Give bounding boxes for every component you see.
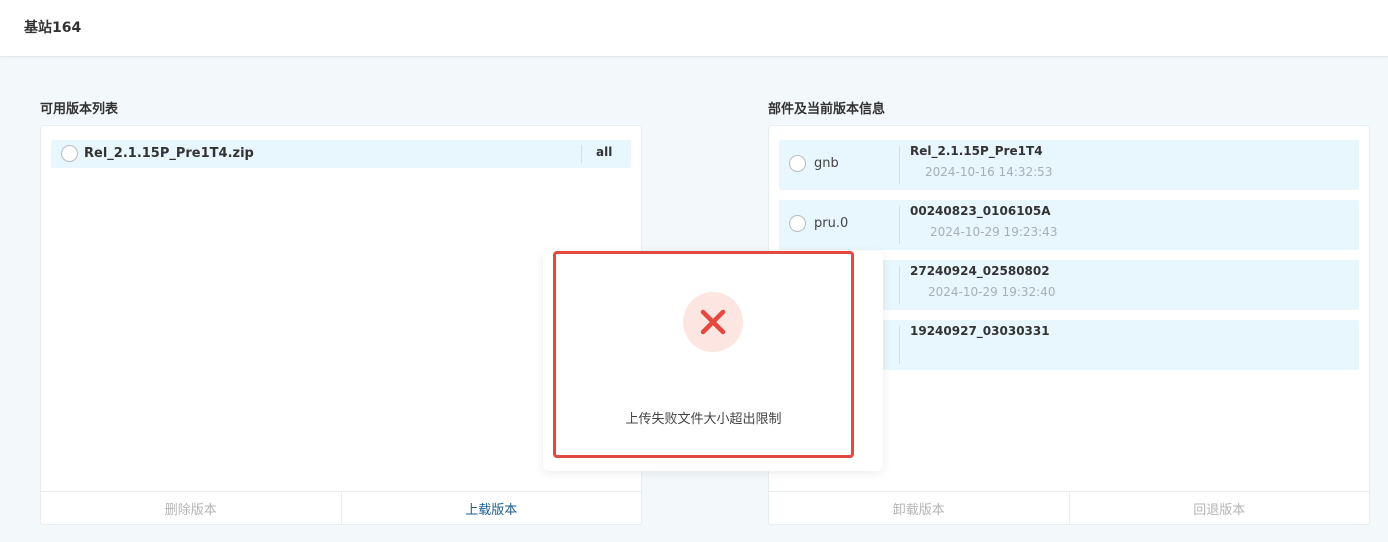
error-message: 上传失败文件大小超出限制 — [625, 412, 782, 427]
upload-version-button[interactable]: 上载版本 — [340, 492, 642, 524]
divider — [581, 145, 582, 163]
component-name: gnb — [814, 156, 839, 171]
top-bar: 基站164 — [0, 0, 1388, 57]
delete-version-button[interactable]: 删除版本 — [41, 492, 341, 524]
version-file-row[interactable]: Rel_2.1.15P_Pre1T4.zip all — [51, 140, 631, 168]
component-row[interactable]: pru.0 00240823_0106105A 2024-10-29 19:23… — [779, 200, 1359, 250]
component-row[interactable]: gnb Rel_2.1.15P_Pre1T4 2024-10-16 14:32:… — [779, 140, 1359, 190]
error-toast-frame: 上传失败文件大小超出限制 — [553, 251, 854, 458]
version-scope-tag: all — [596, 145, 613, 159]
available-versions-title: 可用版本列表 — [40, 102, 119, 117]
uninstall-version-button[interactable]: 卸载版本 — [769, 492, 1069, 524]
divider — [899, 206, 900, 244]
component-info-title: 部件及当前版本信息 — [768, 102, 886, 117]
divider — [899, 146, 900, 184]
component-version: Rel_2.1.15P_Pre1T4 — [910, 144, 1043, 158]
component-name: pru.0 — [814, 216, 849, 231]
page-title: 基站164 — [24, 20, 82, 36]
error-toast: 上传失败文件大小超出限制 — [543, 251, 883, 471]
component-time: 2024-10-29 19:32:40 — [928, 285, 1056, 299]
error-x-icon — [683, 292, 743, 352]
version-file-name: Rel_2.1.15P_Pre1T4.zip — [84, 146, 254, 161]
component-radio[interactable] — [789, 155, 806, 172]
component-version: 00240823_0106105A — [910, 204, 1051, 218]
right-panel-footer: 卸载版本 回退版本 — [769, 491, 1369, 524]
left-panel-footer: 删除版本 上载版本 — [41, 491, 641, 524]
rollback-version-button[interactable]: 回退版本 — [1068, 492, 1370, 524]
component-version: 27240924_02580802 — [910, 264, 1050, 278]
component-version: 19240927_03030331 — [910, 324, 1050, 338]
divider — [899, 266, 900, 304]
component-radio[interactable] — [789, 215, 806, 232]
divider — [899, 326, 900, 364]
component-time: 2024-10-29 19:23:43 — [930, 225, 1058, 239]
component-time: 2024-10-16 14:32:53 — [925, 165, 1053, 179]
version-radio[interactable] — [61, 145, 78, 162]
